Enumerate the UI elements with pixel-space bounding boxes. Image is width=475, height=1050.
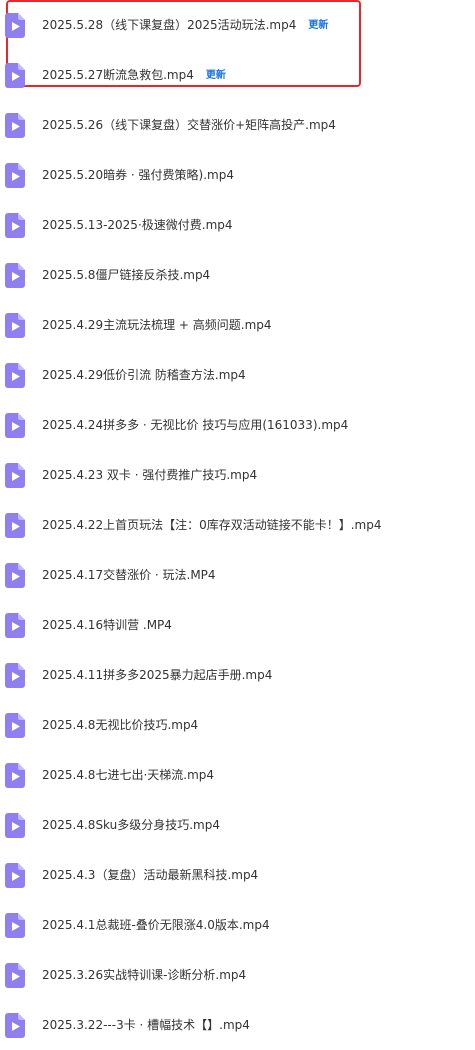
file-name: 2025.4.23 双卡 · 强付费推广技巧.mp4 [42, 468, 258, 482]
video-file-icon [5, 663, 25, 688]
file-row[interactable]: 2025.4.3（复盘）活动最新黑科技.mp4 [0, 850, 475, 900]
file-name: 2025.3.22---3卡 · 槽幅技术【】.mp4 [42, 1018, 250, 1032]
video-file-icon [5, 63, 25, 88]
file-row[interactable]: 2025.4.1总裁班-叠价无限涨4.0版本.mp4 [0, 900, 475, 950]
video-file-icon [5, 763, 25, 788]
file-name: 2025.5.8僵尸链接反杀技.mp4 [42, 268, 211, 282]
file-name: 2025.5.26（线下课复盘）交替涨价+矩阵高投产.mp4 [42, 118, 336, 132]
video-file-icon [5, 713, 25, 738]
video-file-icon [5, 213, 25, 238]
file-name: 2025.4.8Sku多级分身技巧.mp4 [42, 818, 220, 832]
file-name: 2025.3.26实战特训课-诊断分析.mp4 [42, 968, 247, 982]
updated-badge: 更新 [308, 20, 329, 31]
file-row[interactable]: 2025.4.8无视比价技巧.mp4 [0, 700, 475, 750]
file-row[interactable]: 2025.4.24拼多多 · 无视比价 技巧与应用(161033).mp4 [0, 400, 475, 450]
video-file-icon [5, 113, 25, 138]
file-row[interactable]: 2025.4.8七进七出·天梯流.mp4 [0, 750, 475, 800]
file-name: 2025.4.22上首页玩法【注：0库存双活动链接不能卡！】.mp4 [42, 518, 382, 532]
video-file-icon [5, 613, 25, 638]
file-name: 2025.4.8无视比价技巧.mp4 [42, 718, 199, 732]
file-row[interactable]: 2025.5.27断流急救包.mp4 更新 [0, 50, 475, 100]
video-file-icon [5, 813, 25, 838]
video-file-icon [5, 313, 25, 338]
file-name: 2025.4.24拼多多 · 无视比价 技巧与应用(161033).mp4 [42, 418, 349, 432]
file-row[interactable]: 2025.4.29低价引流 防稽查方法.mp4 [0, 350, 475, 400]
file-row[interactable]: 2025.4.17交替涨价 · 玩法.MP4 [0, 550, 475, 600]
file-name: 2025.4.1总裁班-叠价无限涨4.0版本.mp4 [42, 918, 270, 932]
video-file-icon [5, 563, 25, 588]
video-file-icon [5, 413, 25, 438]
file-row[interactable]: 2025.4.8Sku多级分身技巧.mp4 [0, 800, 475, 850]
file-name: 2025.4.16特训营 .MP4 [42, 618, 172, 632]
video-file-icon [5, 263, 25, 288]
file-row[interactable]: 2025.5.26（线下课复盘）交替涨价+矩阵高投产.mp4 [0, 100, 475, 150]
file-row[interactable]: 2025.4.23 双卡 · 强付费推广技巧.mp4 [0, 450, 475, 500]
video-file-icon [5, 863, 25, 888]
file-name: 2025.5.28（线下课复盘）2025活动玩法.mp4 更新 [42, 16, 328, 35]
file-list: 2025.5.28（线下课复盘）2025活动玩法.mp4 更新 2025.5.27断… [0, 0, 475, 1038]
video-file-icon [5, 963, 25, 988]
file-row[interactable]: 2025.5.20暗券 · 强付费策略).mp4 [0, 150, 475, 200]
video-file-icon [5, 513, 25, 538]
file-row[interactable]: 2025.3.26实战特训课-诊断分析.mp4 [0, 950, 475, 1000]
video-file-icon [5, 463, 25, 488]
file-row[interactable]: 2025.4.29主流玩法梳理 + 高频问题.mp4 [0, 300, 475, 350]
file-name: 2025.4.8七进七出·天梯流.mp4 [42, 768, 215, 782]
video-file-icon [5, 363, 25, 388]
file-name: 2025.4.3（复盘）活动最新黑科技.mp4 [42, 868, 259, 882]
video-file-icon [5, 913, 25, 938]
file-row[interactable]: 2025.4.11拼多多2025暴力起店手册.mp4 [0, 650, 475, 700]
file-row[interactable]: 2025.3.22---3卡 · 槽幅技术【】.mp4 [0, 1000, 475, 1050]
video-file-icon [5, 163, 25, 188]
file-row[interactable]: 2025.5.13-2025·极速微付费.mp4 [0, 200, 475, 250]
file-name: 2025.5.27断流急救包.mp4 更新 [42, 66, 226, 85]
video-file-icon [5, 1013, 25, 1038]
updated-badge: 更新 [205, 70, 226, 81]
file-name: 2025.4.17交替涨价 · 玩法.MP4 [42, 568, 216, 582]
file-name: 2025.5.20暗券 · 强付费策略).mp4 [42, 168, 234, 182]
file-name: 2025.5.13-2025·极速微付费.mp4 [42, 218, 233, 232]
file-name: 2025.4.29主流玩法梳理 + 高频问题.mp4 [42, 318, 272, 332]
file-row[interactable]: 2025.4.22上首页玩法【注：0库存双活动链接不能卡！】.mp4 [0, 500, 475, 550]
file-row[interactable]: 2025.5.8僵尸链接反杀技.mp4 [0, 250, 475, 300]
file-name: 2025.4.29低价引流 防稽查方法.mp4 [42, 368, 246, 382]
video-file-icon [5, 13, 25, 38]
file-name: 2025.4.11拼多多2025暴力起店手册.mp4 [42, 668, 273, 682]
file-row[interactable]: 2025.4.16特训营 .MP4 [0, 600, 475, 650]
file-row[interactable]: 2025.5.28（线下课复盘）2025活动玩法.mp4 更新 [0, 0, 475, 50]
